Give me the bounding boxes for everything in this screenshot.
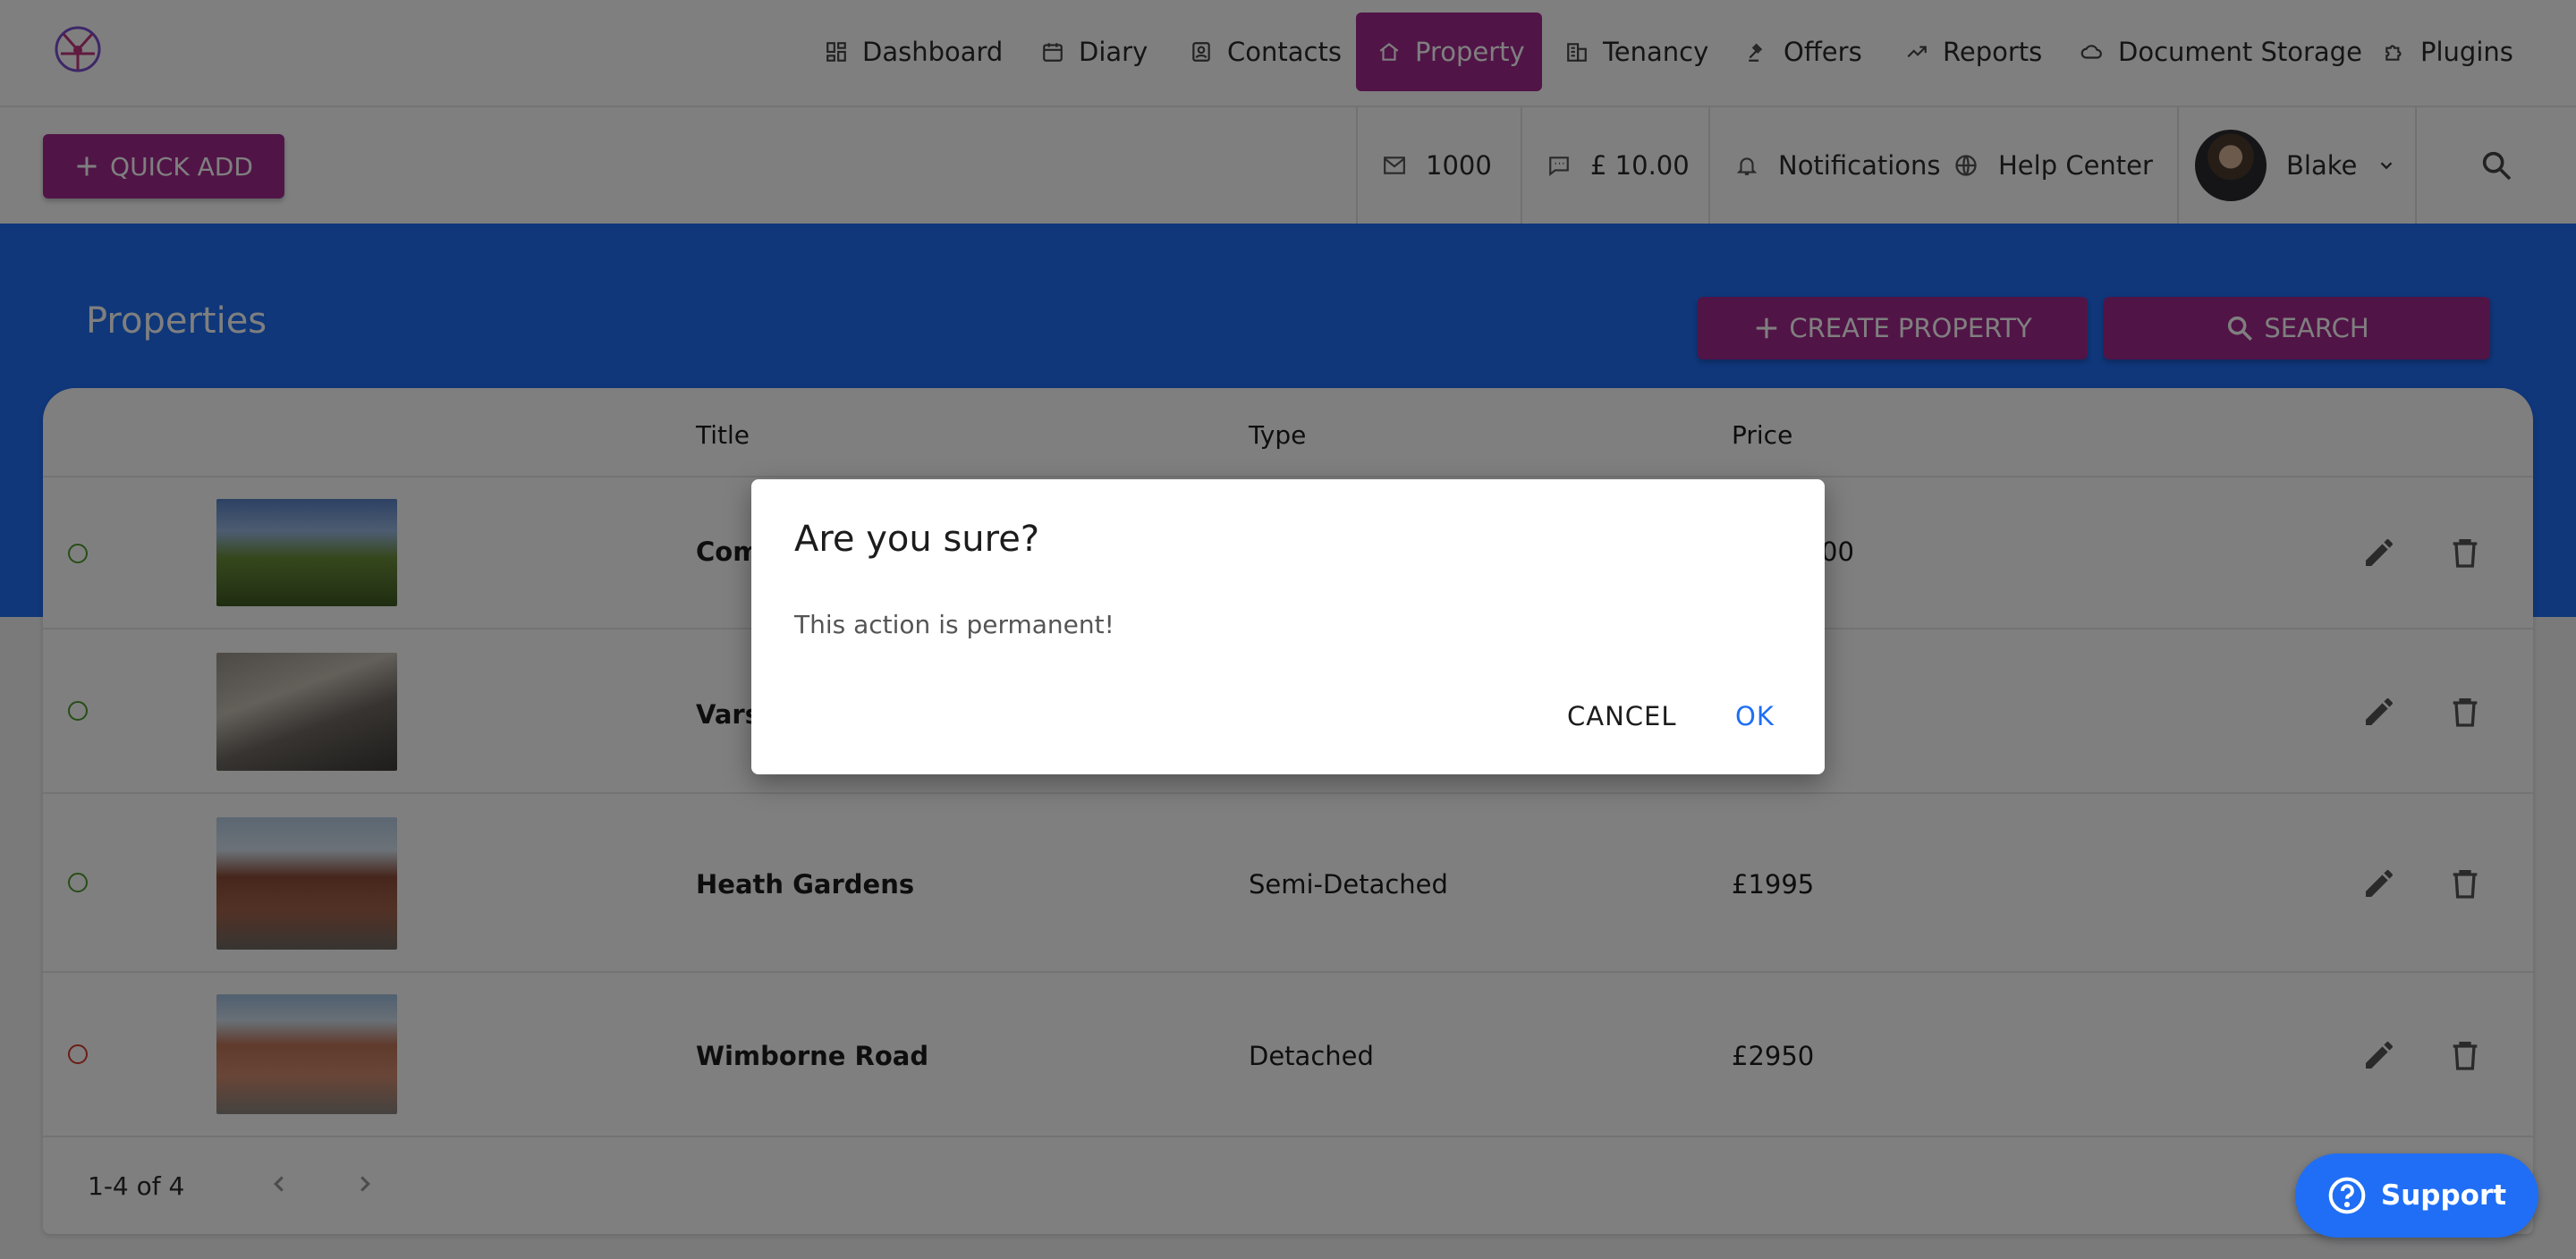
support-label: Support xyxy=(2380,1179,2507,1212)
dialog-message: This action is permanent! xyxy=(794,610,1114,639)
dialog-title: Are you sure? xyxy=(794,519,1040,560)
confirm-dialog: Are you sure? This action is permanent! … xyxy=(751,479,1825,774)
help-circle-icon xyxy=(2327,1176,2367,1215)
support-button[interactable]: Support xyxy=(2295,1153,2538,1238)
ok-button[interactable]: OK xyxy=(1735,701,1775,731)
cancel-button[interactable]: CANCEL xyxy=(1567,701,1677,731)
